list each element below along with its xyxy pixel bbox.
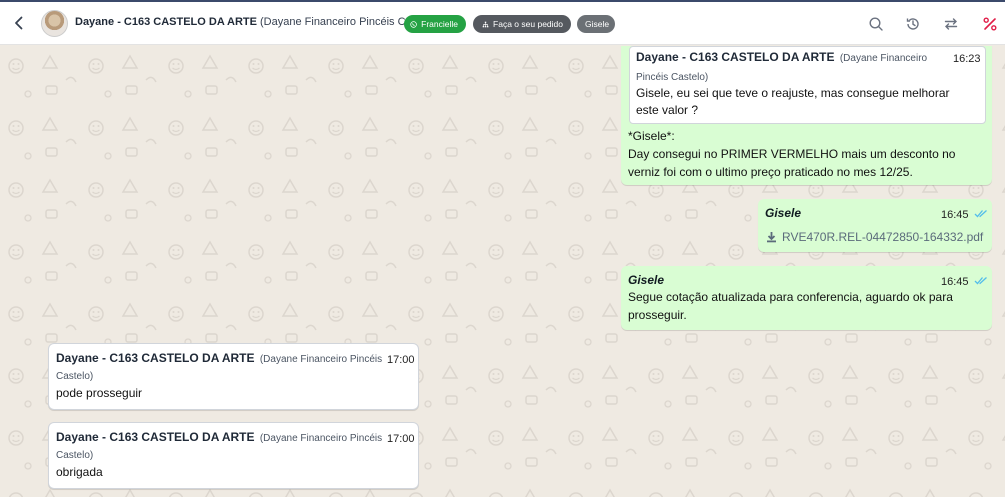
incoming-sender: Dayane - C163 CASTELO DA ARTE (Dayane Fi…	[56, 349, 382, 369]
whatsapp-icon	[410, 20, 417, 28]
file-name: RVE470R.REL-04472850-164332.pdf	[782, 230, 984, 244]
contact-name: Dayane - C163 CASTELO DA ARTE	[75, 16, 257, 28]
quote-sender-sub-line: Pincéis Castelo)	[636, 69, 708, 85]
message-sender: Gisele	[628, 273, 665, 287]
incoming-time: 17:00	[387, 354, 415, 366]
incoming-sender-sub-line: Castelo)	[56, 447, 93, 463]
avatar[interactable]	[41, 10, 68, 37]
file-time: 16:45	[941, 209, 969, 221]
message-bubble-file[interactable]: Gisele 16:45 RVE470R.REL-04472850-164332…	[758, 199, 992, 252]
message-text: Segue cotação atualizada para conferenci…	[628, 288, 953, 324]
quote-text-line-2: este valor ?	[636, 103, 699, 117]
message-bubble-outgoing-text[interactable]: Gisele 16:45 Segue cotação atualizada pa…	[621, 266, 992, 330]
download-icon	[767, 232, 776, 243]
whatsapp-tag[interactable]: Francielle	[404, 15, 466, 33]
quote-sender-sub-2: Pincéis Castelo)	[636, 72, 709, 83]
quote-sender-name: Dayane - C163 CASTELO DA ARTE	[636, 50, 835, 64]
file-attachment[interactable]: RVE470R.REL-04472850-164332.pdf	[766, 228, 983, 246]
incoming-sender-sub: (Dayane Financeiro Pincéis	[259, 433, 383, 444]
reply-text-line-1: *Gisele*:	[628, 129, 675, 143]
search-icon[interactable]	[868, 16, 884, 32]
incoming-time: 17:00	[387, 433, 415, 445]
chat-header: Dayane - C163 CASTELO DA ARTE (Dayane Fi…	[0, 2, 1005, 45]
incoming-sender-sub-2: Castelo)	[56, 450, 94, 461]
message-bubble-incoming[interactable]: Dayane - C163 CASTELO DA ARTE (Dayane Fi…	[48, 422, 419, 489]
quote-sender-sub: (Dayane Financeiro	[839, 53, 928, 64]
file-sender: Gisele	[765, 206, 802, 220]
quoted-message[interactable]: Dayane - C163 CASTELO DA ARTE (Dayane Fi…	[629, 46, 986, 124]
order-tag[interactable]: Faça o seu pedido	[473, 15, 571, 33]
incoming-sender-sub: (Dayane Financeiro Pincéis	[259, 354, 383, 365]
message-bubble-incoming[interactable]: Dayane - C163 CASTELO DA ARTE (Dayane Fi…	[48, 343, 419, 410]
message-text-line-2: prosseguir.	[628, 308, 687, 322]
reply-text-line-2: Day consegui no PRIMER VERMELHO mais um …	[628, 147, 956, 161]
agent-tag-label: Gisele	[585, 19, 610, 29]
reply-text: *Gisele*: Day consegui no PRIMER VERMELH…	[628, 127, 955, 181]
whatsapp-tag-label: Francielle	[421, 19, 458, 29]
incoming-sender-name: Dayane - C163 CASTELO DA ARTE	[56, 430, 255, 444]
incoming-text: pode prosseguir	[56, 386, 143, 400]
reply-text-line-3: verniz foi com o ultimo preço praticado …	[628, 165, 913, 179]
sitemap-icon	[482, 21, 489, 27]
percent-icon[interactable]	[982, 16, 998, 32]
message-text-line-1: Segue cotação atualizada para conferenci…	[628, 290, 953, 304]
incoming-sender: Dayane - C163 CASTELO DA ARTE (Dayane Fi…	[56, 428, 382, 448]
back-arrow-icon[interactable]	[10, 14, 28, 32]
chat-area[interactable]: Dayane - C163 CASTELO DA ARTE (Dayane Fi…	[0, 46, 1005, 497]
quote-text-line-1: Gisele, eu sei que teve o reajuste, mas …	[636, 86, 950, 100]
order-tag-label: Faça o seu pedido	[493, 19, 563, 29]
incoming-sender-name: Dayane - C163 CASTELO DA ARTE	[56, 351, 255, 365]
history-icon[interactable]	[905, 16, 921, 32]
quote-text: Gisele, eu sei que teve o reajuste, mas …	[636, 85, 950, 119]
quote-time: 16:23	[953, 53, 981, 65]
incoming-sender-sub-2: Castelo)	[56, 371, 94, 382]
agent-tag[interactable]: Gisele	[577, 15, 615, 33]
read-receipt-icon	[974, 277, 987, 285]
read-receipt-icon	[974, 210, 987, 218]
contact-title[interactable]: Dayane - C163 CASTELO DA ARTE (Dayane Fi…	[75, 16, 439, 28]
incoming-text: obrigada	[56, 465, 103, 479]
quote-sender: Dayane - C163 CASTELO DA ARTE (Dayane Fi…	[636, 50, 927, 64]
transfer-icon[interactable]	[943, 16, 959, 32]
incoming-sender-sub-line: Castelo)	[56, 368, 93, 384]
